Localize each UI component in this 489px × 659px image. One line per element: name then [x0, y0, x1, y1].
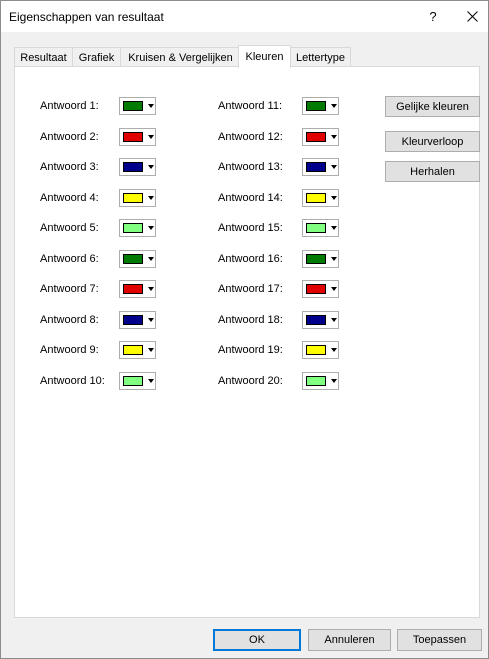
- color-picker[interactable]: [119, 250, 156, 268]
- chevron-down-icon: [331, 104, 337, 108]
- answer-label: Antwoord 11:: [218, 100, 283, 112]
- chevron-down-icon: [148, 165, 154, 169]
- chevron-down-icon: [331, 165, 337, 169]
- chevron-down-icon: [331, 135, 337, 139]
- repeat-button[interactable]: Herhalen: [385, 161, 480, 182]
- chevron-down-icon: [148, 379, 154, 383]
- color-swatch: [306, 284, 326, 294]
- answer-label: Antwoord 20:: [218, 375, 283, 387]
- chevron-down-icon: [148, 348, 154, 352]
- color-swatch: [123, 101, 143, 111]
- color-swatch: [123, 132, 143, 142]
- color-picker[interactable]: [302, 128, 339, 146]
- color-picker[interactable]: [302, 97, 339, 115]
- tab-grafiek[interactable]: Grafiek: [72, 47, 121, 67]
- tab-kleuren[interactable]: Kleuren: [238, 45, 291, 68]
- answer-label: Antwoord 15:: [218, 222, 283, 234]
- chevron-down-icon: [331, 287, 337, 291]
- color-swatch: [306, 162, 326, 172]
- color-swatch: [123, 162, 143, 172]
- answer-label: Antwoord 16:: [218, 253, 283, 265]
- window-title: Eigenschappen van resultaat: [9, 10, 164, 24]
- help-button[interactable]: ?: [421, 1, 445, 32]
- properties-dialog: Eigenschappen van resultaat ? Resultaat …: [0, 0, 489, 659]
- color-swatch: [306, 101, 326, 111]
- color-swatch: [123, 315, 143, 325]
- answer-label: Antwoord 13:: [218, 161, 283, 173]
- chevron-down-icon: [331, 196, 337, 200]
- color-swatch: [306, 376, 326, 386]
- chevron-down-icon: [148, 257, 154, 261]
- color-picker[interactable]: [302, 311, 339, 329]
- color-picker[interactable]: [119, 158, 156, 176]
- color-swatch: [123, 345, 143, 355]
- gradient-button[interactable]: Kleurverloop: [385, 131, 480, 152]
- color-picker[interactable]: [119, 128, 156, 146]
- color-swatch: [123, 193, 143, 203]
- chevron-down-icon: [148, 318, 154, 322]
- chevron-down-icon: [148, 196, 154, 200]
- chevron-down-icon: [148, 135, 154, 139]
- answer-label: Antwoord 17:: [218, 283, 283, 295]
- color-swatch: [123, 284, 143, 294]
- answer-label: Antwoord 10:: [40, 375, 105, 387]
- color-swatch: [306, 345, 326, 355]
- chevron-down-icon: [331, 257, 337, 261]
- cancel-button[interactable]: Annuleren: [308, 629, 391, 651]
- color-picker[interactable]: [119, 372, 156, 390]
- kleuren-panel: Antwoord 1: Antwoord 2: Antwoord 3: Antwoor…: [14, 66, 480, 618]
- answer-label: Antwoord 14:: [218, 192, 283, 204]
- color-picker[interactable]: [119, 280, 156, 298]
- color-picker[interactable]: [119, 311, 156, 329]
- answer-label: Antwoord 6:: [40, 253, 99, 265]
- answer-label: Antwoord 19:: [218, 344, 283, 356]
- color-swatch: [123, 223, 143, 233]
- color-swatch: [123, 376, 143, 386]
- color-picker[interactable]: [302, 341, 339, 359]
- color-swatch: [306, 193, 326, 203]
- tab-lettertype[interactable]: Lettertype: [290, 47, 351, 67]
- title-bar: Eigenschappen van resultaat ?: [1, 1, 488, 32]
- answer-label: Antwoord 18:: [218, 314, 283, 326]
- color-picker[interactable]: [119, 341, 156, 359]
- close-button[interactable]: [457, 1, 487, 32]
- chevron-down-icon: [331, 226, 337, 230]
- color-picker[interactable]: [119, 219, 156, 237]
- answer-label: Antwoord 3:: [40, 161, 99, 173]
- answer-label: Antwoord 1:: [40, 100, 99, 112]
- answer-label: Antwoord 7:: [40, 283, 99, 295]
- answer-label: Antwoord 4:: [40, 192, 99, 204]
- tab-kruisen-vergelijken[interactable]: Kruisen & Vergelijken: [120, 47, 241, 67]
- answer-label: Antwoord 9:: [40, 344, 99, 356]
- close-icon: [466, 11, 478, 22]
- color-picker[interactable]: [119, 97, 156, 115]
- apply-button[interactable]: Toepassen: [397, 629, 482, 651]
- color-swatch: [123, 254, 143, 264]
- color-swatch: [306, 132, 326, 142]
- color-picker[interactable]: [302, 250, 339, 268]
- answer-label: Antwoord 5:: [40, 222, 99, 234]
- color-picker[interactable]: [302, 280, 339, 298]
- chevron-down-icon: [148, 287, 154, 291]
- chevron-down-icon: [331, 318, 337, 322]
- color-picker[interactable]: [302, 158, 339, 176]
- chevron-down-icon: [331, 348, 337, 352]
- color-swatch: [306, 315, 326, 325]
- color-picker[interactable]: [302, 189, 339, 207]
- tab-resultaat[interactable]: Resultaat: [14, 47, 73, 67]
- answer-label: Antwoord 8:: [40, 314, 99, 326]
- color-swatch: [306, 254, 326, 264]
- color-picker[interactable]: [119, 189, 156, 207]
- answer-label: Antwoord 2:: [40, 131, 99, 143]
- color-picker[interactable]: [302, 372, 339, 390]
- color-swatch: [306, 223, 326, 233]
- color-picker[interactable]: [302, 219, 339, 237]
- answer-label: Antwoord 12:: [218, 131, 283, 143]
- ok-button[interactable]: OK: [213, 629, 301, 651]
- chevron-down-icon: [148, 104, 154, 108]
- chevron-down-icon: [331, 379, 337, 383]
- chevron-down-icon: [148, 226, 154, 230]
- equal-colors-button[interactable]: Gelijke kleuren: [385, 96, 480, 117]
